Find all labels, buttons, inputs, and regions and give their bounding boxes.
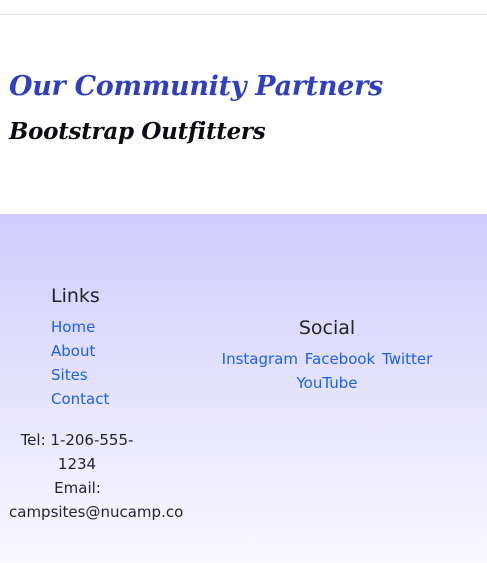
home-link[interactable]: Home (51, 318, 95, 336)
links-item-about: About (51, 339, 171, 363)
links-list: Home About Sites Contact (51, 315, 171, 411)
partners-heading: Our Community Partners (9, 71, 383, 102)
footer-contact: Tel: 1-206-555-1234 Email: campsites@nuc… (0, 428, 183, 524)
site-footer: Links Home About Sites Contact Social In… (0, 214, 487, 563)
links-item-sites: Sites (51, 363, 171, 387)
footer-links-column: Links Home About Sites Contact (51, 283, 171, 411)
community-partners-section: Our Community Partners Bootstrap Outfitt… (9, 64, 479, 151)
email-address[interactable]: campsites@nucamp.co (0, 500, 183, 524)
footer-social-column: Social Instagram Facebook Twitter YouTub… (216, 315, 438, 395)
youtube-link[interactable]: YouTube (297, 374, 358, 392)
phone-number[interactable]: Tel: 1-206-555-1234 (9, 428, 145, 476)
links-item-contact: Contact (51, 387, 171, 411)
contact-link[interactable]: Contact (51, 390, 109, 408)
facebook-link[interactable]: Facebook (305, 350, 375, 368)
top-divider (0, 14, 487, 15)
links-item-home: Home (51, 315, 171, 339)
email-label: Email: (54, 479, 101, 497)
twitter-link[interactable]: Twitter (382, 350, 432, 368)
sites-link[interactable]: Sites (51, 366, 88, 384)
social-heading: Social (298, 317, 356, 339)
links-heading: Links (51, 285, 100, 307)
social-links: Instagram Facebook Twitter YouTube (216, 347, 438, 395)
about-link[interactable]: About (51, 342, 95, 360)
partner-name: Bootstrap Outfitters (9, 118, 266, 145)
instagram-link[interactable]: Instagram (222, 350, 298, 368)
